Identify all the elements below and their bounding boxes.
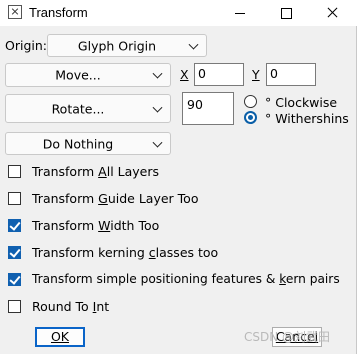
move-select[interactable]: Move... xyxy=(5,63,171,87)
move-label: Move... xyxy=(55,67,101,83)
clockwise-label: ° Clockwise xyxy=(265,95,338,110)
kerning-classes-checkbox[interactable] xyxy=(8,246,21,259)
width-checkbox[interactable] xyxy=(8,219,21,232)
clockwise-radio[interactable] xyxy=(244,95,257,108)
positioning-features-checkbox[interactable] xyxy=(8,273,21,286)
guide-layer-checkbox[interactable] xyxy=(8,192,21,205)
chevron-down-icon xyxy=(152,68,163,79)
width-label: Transform Width Too xyxy=(32,218,160,233)
maximize-icon[interactable] xyxy=(263,0,309,26)
origin-value: Glyph Origin xyxy=(77,38,157,53)
rotate-label: Rotate... xyxy=(51,101,105,116)
origin-select[interactable]: Glyph Origin xyxy=(47,34,207,57)
chevron-down-icon xyxy=(188,39,199,50)
title-bar: Transform xyxy=(0,0,357,26)
origin-label: Origin: xyxy=(5,38,47,53)
y-label: Y xyxy=(252,67,260,82)
third-action-select[interactable]: Do Nothing xyxy=(5,132,171,155)
ok-button[interactable]: OK xyxy=(35,327,85,347)
third-action-label: Do Nothing xyxy=(42,136,114,151)
transform-dialog: Transform Origin: Glyph Origin Move... X… xyxy=(0,0,357,354)
all-layers-checkbox[interactable] xyxy=(8,165,21,178)
all-layers-label: Transform All Layers xyxy=(32,164,160,179)
window-title: Transform xyxy=(29,5,88,20)
round-to-int-checkbox[interactable] xyxy=(8,300,21,313)
x-input[interactable]: 0 xyxy=(194,63,244,86)
guide-layer-label: Transform Guide Layer Too xyxy=(32,191,199,206)
withershins-label: ° Withershins xyxy=(265,111,349,126)
positioning-features-label: Transform simple positioning features & … xyxy=(32,272,340,286)
rotate-select[interactable]: Rotate... xyxy=(5,94,171,123)
watermark-text: CSDN @刘武田 xyxy=(244,330,331,344)
round-to-int-label: Round To Int xyxy=(32,299,110,314)
x-label: X xyxy=(180,67,189,82)
kerning-classes-label: Transform kerning classes too xyxy=(32,245,219,260)
y-input[interactable]: 0 xyxy=(266,63,316,86)
angle-input[interactable]: 90 xyxy=(182,92,234,125)
chevron-down-icon xyxy=(152,137,163,148)
close-icon[interactable] xyxy=(309,0,355,26)
app-icon xyxy=(8,5,22,19)
withershins-radio[interactable] xyxy=(244,111,257,124)
chevron-down-icon xyxy=(152,102,163,113)
ok-label: OK xyxy=(50,329,70,344)
minimize-icon[interactable] xyxy=(217,0,263,26)
